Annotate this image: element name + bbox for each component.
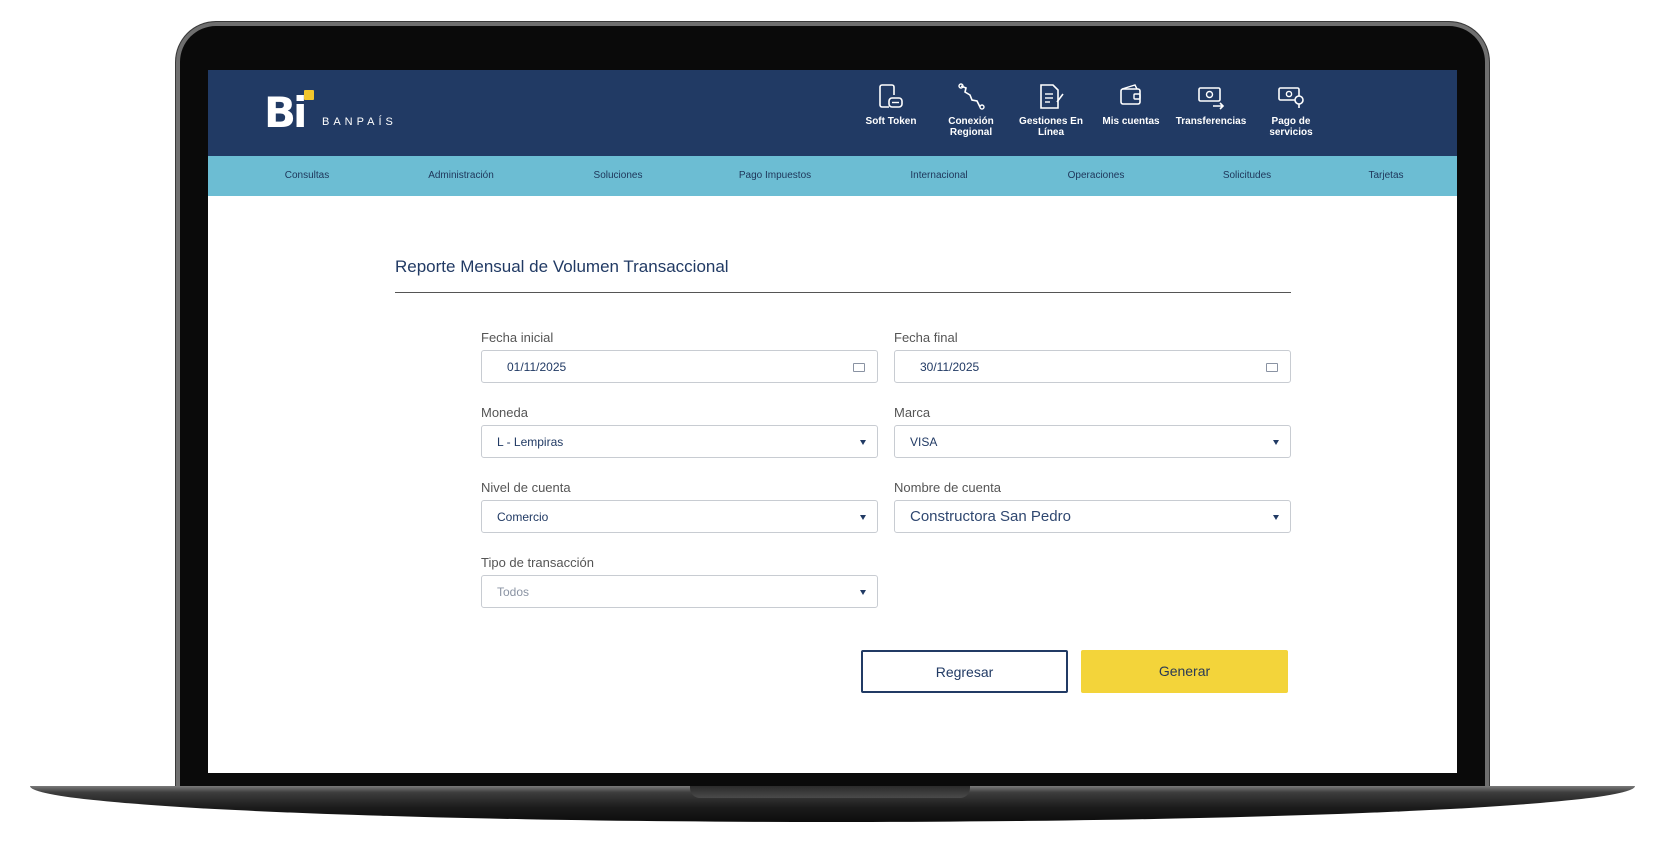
quick-mis-cuentas[interactable]: Mis cuentas [1091, 82, 1171, 144]
logo-mark: Bi [264, 88, 307, 137]
chevron-down-icon [1273, 515, 1279, 520]
main-nav: Consultas Administración Soluciones Pago… [208, 156, 1457, 196]
fecha-inicial-value: 01/11/2025 [507, 360, 567, 374]
fecha-inicial-label: Fecha inicial [481, 330, 554, 345]
fecha-final-value: 30/11/2025 [920, 360, 980, 374]
logo-accent-square [304, 90, 314, 100]
regresar-button[interactable]: Regresar [861, 650, 1068, 693]
marca-select[interactable]: VISA [894, 425, 1291, 458]
quick-gestiones-en-linea[interactable]: Gestiones En Línea [1011, 82, 1091, 144]
generar-button[interactable]: Generar [1081, 650, 1288, 693]
wallet-icon [1120, 84, 1141, 105]
nav-item-tarjetas[interactable]: Tarjetas [1368, 170, 1403, 181]
app-screen: Bi BANPAÍS Soft Token Conexión Regional [208, 70, 1457, 773]
logo-text: BANPAÍS [322, 116, 397, 128]
moneda-value: L - Lempiras [497, 435, 564, 449]
laptop-notch [690, 786, 970, 798]
tipo-transaccion-placeholder: Todos [497, 585, 530, 599]
quick-label: Transferencias [1175, 116, 1247, 127]
chevron-down-icon [860, 515, 866, 520]
page-title: Reporte Mensual de Volumen Transaccional [395, 257, 729, 276]
nav-item-consultas[interactable]: Consultas [285, 170, 329, 181]
quick-soft-token[interactable]: Soft Token [851, 82, 931, 144]
online-document-icon [1040, 84, 1064, 109]
nav-item-internacional[interactable]: Internacional [910, 170, 967, 181]
marca-label: Marca [894, 405, 931, 420]
soft-token-icon [879, 84, 903, 108]
tipo-transaccion-select[interactable]: Todos [481, 575, 878, 608]
fecha-final-label: Fecha final [894, 330, 958, 345]
nav-item-pago-impuestos[interactable]: Pago Impuestos [739, 170, 811, 181]
moneda-select[interactable]: L - Lempiras [481, 425, 878, 458]
calendar-icon[interactable] [1266, 363, 1278, 372]
quick-label: Soft Token [865, 116, 917, 127]
quick-pago-servicios[interactable]: Pago de servicios [1251, 82, 1331, 144]
quick-label: Mis cuentas [1102, 116, 1160, 127]
nav-item-soluciones[interactable]: Soluciones [594, 170, 643, 181]
quick-transferencias[interactable]: Transferencias [1171, 82, 1251, 144]
chevron-down-icon [860, 440, 866, 445]
regional-connection-icon [958, 83, 985, 110]
top-header: Bi BANPAÍS Soft Token Conexión Regional [208, 70, 1457, 156]
nivel-cuenta-label: Nivel de cuenta [481, 480, 571, 495]
title-divider [395, 292, 1291, 293]
fecha-inicial-input[interactable]: 01/11/2025 [481, 350, 878, 383]
moneda-label: Moneda [481, 405, 528, 420]
nav-item-operaciones[interactable]: Operaciones [1068, 170, 1125, 181]
nivel-cuenta-select[interactable]: Comercio [481, 500, 878, 533]
quick-label: Pago de servicios [1269, 116, 1313, 138]
quick-conexion-regional[interactable]: Conexión Regional [931, 82, 1011, 144]
fecha-final-input[interactable]: 30/11/2025 [894, 350, 1291, 383]
nav-item-administracion[interactable]: Administración [428, 170, 494, 181]
chevron-down-icon [1273, 440, 1279, 445]
quick-label: Gestiones En Línea [1019, 116, 1083, 138]
nav-item-solicitudes[interactable]: Solicitudes [1223, 170, 1271, 181]
transfer-icon [1198, 87, 1225, 110]
bill-payment-icon [1278, 87, 1304, 108]
nombre-cuenta-value: Constructora San Pedro [910, 508, 1071, 525]
nombre-cuenta-select[interactable]: Constructora San Pedro [894, 500, 1291, 533]
calendar-icon[interactable] [853, 363, 865, 372]
chevron-down-icon [860, 590, 866, 595]
nivel-cuenta-value: Comercio [497, 510, 549, 524]
quick-label: Conexión Regional [948, 116, 994, 138]
nombre-cuenta-label: Nombre de cuenta [894, 480, 1001, 495]
tipo-transaccion-label: Tipo de transacción [481, 555, 594, 570]
marca-value: VISA [910, 435, 938, 449]
